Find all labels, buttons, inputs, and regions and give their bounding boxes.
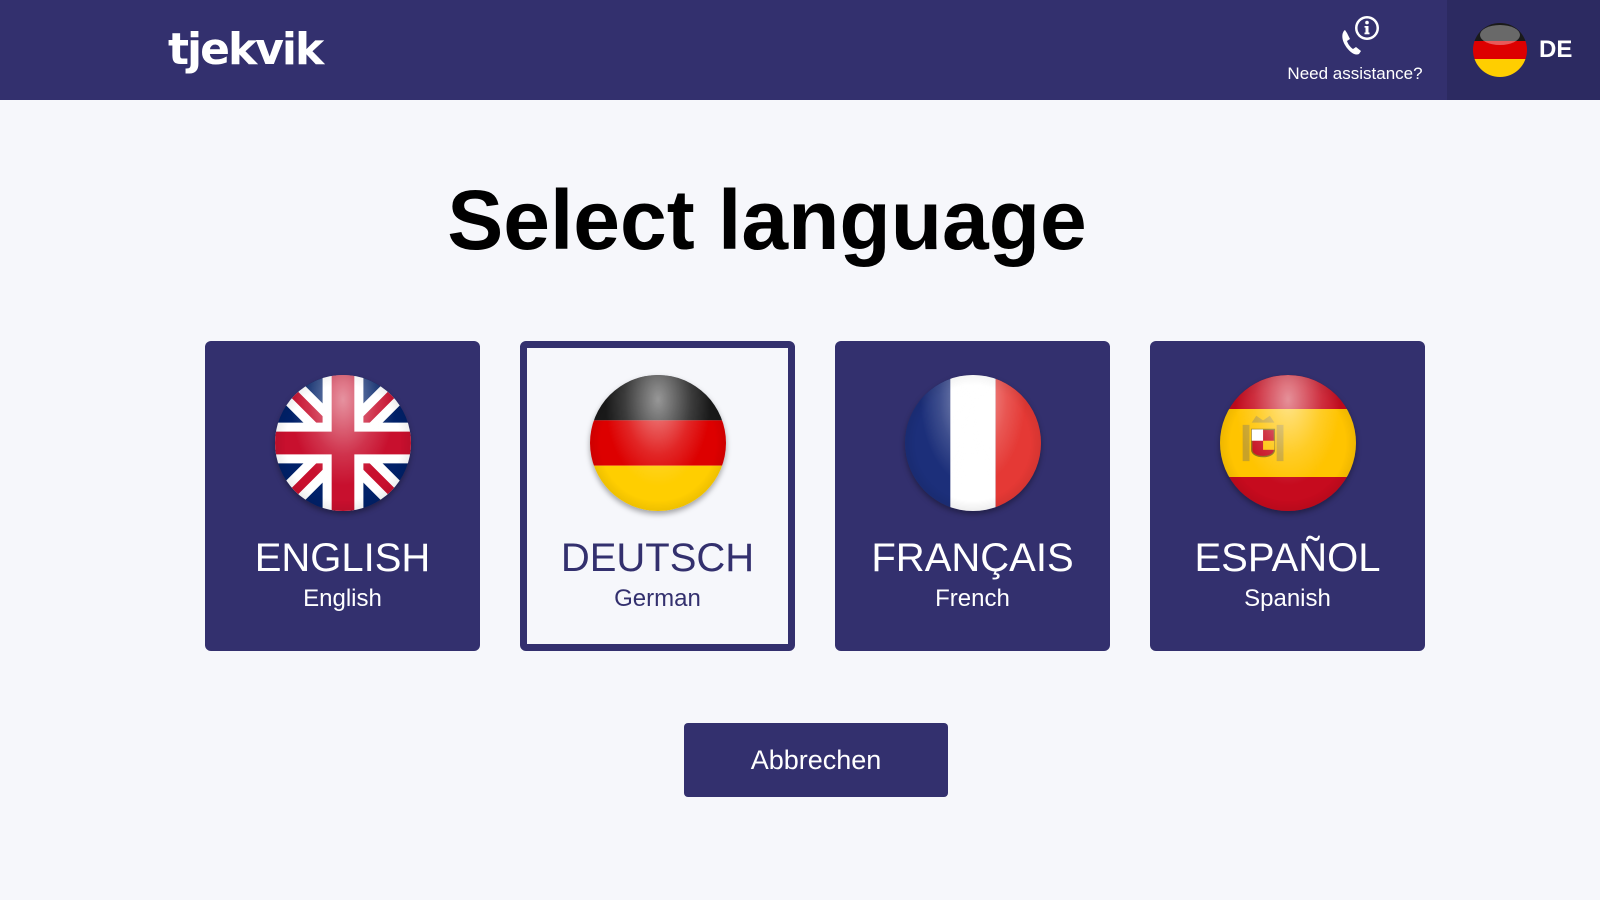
- language-name: ESPAÑOL: [1194, 536, 1381, 580]
- language-switcher[interactable]: DE: [1447, 0, 1600, 100]
- germany-flag-icon: [1473, 23, 1527, 77]
- phone-info-icon: [1342, 16, 1379, 55]
- spain-flag-icon: [1220, 375, 1356, 511]
- assistance-button[interactable]: Need assistance?: [1270, 14, 1440, 86]
- tjekvik-logo: tjekvik: [168, 24, 324, 75]
- germany-flag-icon: [590, 375, 726, 511]
- language-subtitle: English: [303, 585, 382, 612]
- language-card-francais[interactable]: FRANÇAIS French: [835, 341, 1110, 651]
- top-bar: tjekvik Need assistance? DE: [0, 0, 1600, 100]
- page-title: Select language: [447, 173, 1087, 267]
- cancel-button[interactable]: Abbrechen: [684, 723, 948, 797]
- language-name: DEUTSCH: [560, 536, 755, 580]
- current-language-code: DE: [1539, 36, 1573, 63]
- language-subtitle: French: [935, 585, 1010, 612]
- uk-flag-icon: [275, 375, 411, 511]
- language-name: ENGLISH: [254, 536, 431, 580]
- assistance-label: Need assistance?: [1287, 64, 1423, 83]
- france-flag-icon: [905, 375, 1041, 511]
- language-subtitle: Spanish: [1244, 585, 1331, 612]
- language-subtitle: German: [614, 585, 701, 612]
- language-name: FRANÇAIS: [871, 536, 1074, 580]
- language-card-deutsch[interactable]: DEUTSCH German: [520, 341, 795, 651]
- language-card-espanol[interactable]: ESPAÑOL Spanish: [1150, 341, 1425, 651]
- language-card-english[interactable]: ENGLISH English: [205, 341, 480, 651]
